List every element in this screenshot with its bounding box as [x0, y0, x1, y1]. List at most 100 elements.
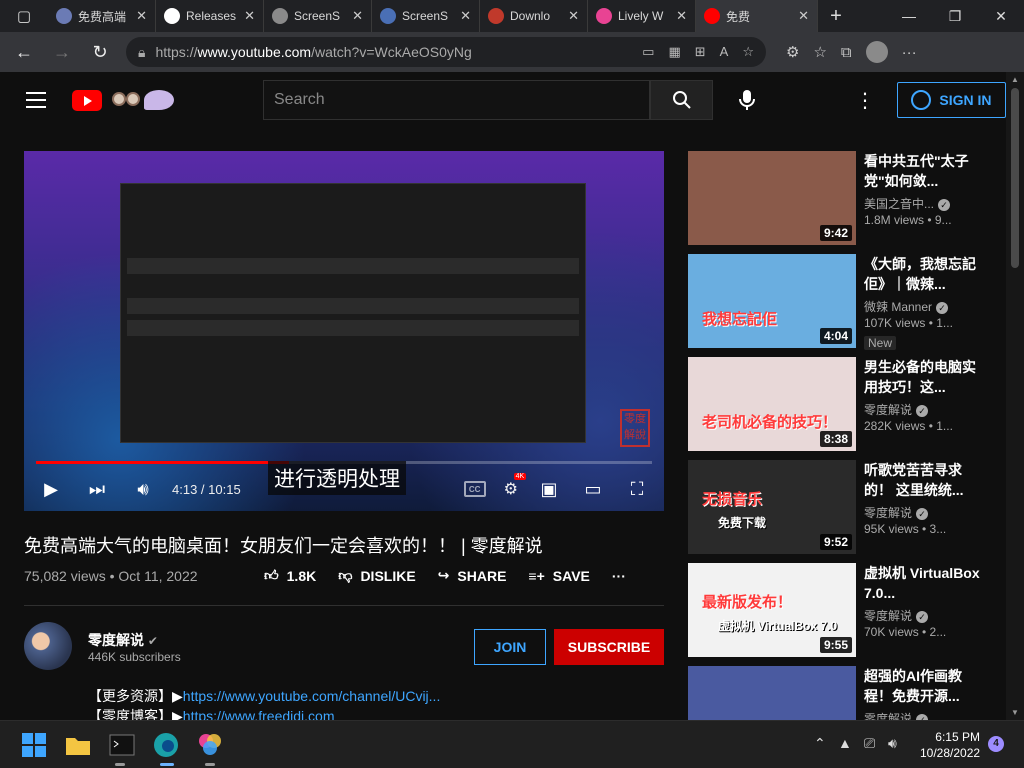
recommended-video[interactable]: 9:42 看中共五代"太子党"如何敛... 美国之音中... ✓ 1.8M views …: [688, 151, 998, 247]
tab-close-icon[interactable]: ✕: [676, 8, 687, 24]
refresh-button[interactable]: ↻: [84, 37, 116, 67]
recommended-video[interactable]: 最新版发布！ 虚拟机 VirtualBox 7.0 9:55 虚拟机 VirtualB…: [688, 563, 998, 659]
hamburger-menu-icon[interactable]: [26, 92, 46, 108]
tab-close-icon[interactable]: ✕: [244, 8, 255, 24]
url-field[interactable]: 🔒︎ https://www.youtube.com/watch?v=WckAe…: [126, 37, 766, 67]
extensions-icon[interactable]: ⚙: [786, 43, 799, 61]
browser-tab[interactable]: Lively W ✕: [588, 0, 696, 32]
favorites-icon[interactable]: ☆: [813, 43, 826, 61]
settings-kebab-icon[interactable]: ⋮: [855, 88, 875, 113]
next-icon[interactable]: ⏭: [84, 479, 110, 500]
video-thumbnail[interactable]: 9:42: [688, 151, 856, 245]
lock-icon[interactable]: 🔒︎: [138, 44, 145, 61]
video-thumbnail[interactable]: 最新版发布！ 虚拟机 VirtualBox 7.0 9:55: [688, 563, 856, 657]
recommended-title[interactable]: 听歌党苦苦寻求的！ 这里统统...: [864, 460, 982, 500]
recommended-channel[interactable]: 美国之音中... ✓: [864, 195, 951, 212]
back-button[interactable]: ←: [8, 37, 40, 67]
recommended-title[interactable]: 超强的AI作画教程！免费开源...: [864, 666, 982, 706]
captions-icon[interactable]: CC: [463, 481, 486, 497]
recommended-channel[interactable]: 零度解说✓: [864, 504, 929, 521]
sign-in-button[interactable]: SIGN IN: [896, 82, 1006, 118]
recommended-channel[interactable]: 零度解说✓: [864, 607, 929, 624]
subscribe-button[interactable]: SUBSCRIBE: [554, 629, 664, 665]
browser-tab[interactable]: Downlo ✕: [480, 0, 588, 32]
miniplayer-icon[interactable]: ▣: [536, 479, 562, 500]
collections-icon[interactable]: ⧉: [841, 44, 852, 61]
scroll-down-icon[interactable]: ▼: [1011, 708, 1019, 717]
tray-app-icon[interactable]: ▲: [838, 735, 852, 751]
settings-gear-icon[interactable]: ⚙ 4K: [504, 473, 527, 499]
recommended-title[interactable]: 虚拟机 VirtualBox 7.0...: [864, 563, 982, 603]
channel-name[interactable]: 零度解说 ✔: [88, 630, 158, 650]
notification-badge[interactable]: 4: [988, 736, 1004, 752]
like-button[interactable]: 👍︎ 1.8K: [264, 567, 316, 584]
system-clock[interactable]: 6:15 PM 10/28/2022: [920, 729, 980, 761]
terminal-icon[interactable]: [108, 731, 136, 759]
recommended-title[interactable]: 看中共五代"太子党"如何敛...: [864, 151, 982, 191]
youtube-doodle-icon[interactable]: [110, 88, 174, 112]
share-button[interactable]: ↪ SHARE: [438, 567, 507, 584]
recommended-title[interactable]: 男生必备的电脑实用技巧！这...: [864, 357, 982, 397]
join-button[interactable]: JOIN: [474, 629, 546, 665]
tab-close-icon[interactable]: ✕: [460, 8, 471, 24]
device-icon[interactable]: ▭: [642, 44, 654, 60]
recommended-channel[interactable]: 微辣 Manner ✓: [864, 298, 949, 315]
tray-overflow-icon[interactable]: ⌃: [814, 735, 826, 752]
restore-icon[interactable]: ❐: [932, 8, 978, 25]
video-thumbnail[interactable]: 老司机必备的技巧！ 8:38: [688, 357, 856, 451]
recommended-video[interactable]: 我想忘記佢 4:04 《大師，我想忘記佢》｜微辣... 微辣 Manner ✓ 107K …: [688, 254, 998, 350]
recommended-video[interactable]: 无损音乐 免费下载 9:52 听歌党苦苦寻求的！ 这里统统... 零度解说 ✓ 95K vi…: [688, 460, 998, 556]
more-actions-icon[interactable]: ···: [612, 568, 626, 584]
volume-icon[interactable]: 🔊︎: [130, 479, 156, 500]
recommended-title[interactable]: 《大師，我想忘記佢》｜微辣...: [864, 254, 982, 294]
new-tab-button[interactable]: +: [818, 5, 854, 28]
read-aloud-icon[interactable]: A: [720, 44, 729, 60]
edge-browser-icon[interactable]: [152, 731, 180, 759]
verified-icon: ✓: [916, 405, 929, 417]
browser-menu-icon[interactable]: ···: [902, 44, 917, 61]
fullscreen-icon[interactable]: ⛶: [624, 479, 650, 500]
browser-tab[interactable]: 免费 ✕: [696, 0, 818, 32]
like-count: 1.8K: [286, 567, 317, 584]
dislike-button[interactable]: 👎︎ DISLIKE: [338, 567, 415, 584]
recommended-video[interactable]: 老司机必备的技巧！ 8:38 男生必备的电脑实用技巧！这... 零度解说 ✓ 282K v…: [688, 357, 998, 453]
tab-close-icon[interactable]: ✕: [136, 8, 147, 24]
search-input[interactable]: [274, 91, 639, 109]
scrollbar-thumb[interactable]: [1011, 88, 1019, 268]
volume-tray-icon[interactable]: 🔊︎: [888, 735, 897, 752]
lively-wallpaper-icon[interactable]: [196, 731, 224, 759]
page-scrollbar[interactable]: ▲ ▼: [1006, 72, 1024, 720]
file-explorer-icon[interactable]: [64, 731, 92, 759]
tab-close-icon[interactable]: ✕: [568, 8, 579, 24]
minimize-icon[interactable]: —: [886, 8, 932, 25]
play-icon[interactable]: ▶: [38, 479, 64, 500]
video-player[interactable]: 零度解說 进行透明处理 ▶ ⏭ 🔊︎ 4:13 / 10:15 CC ⚙ 4K ▣…: [24, 151, 664, 511]
network-icon[interactable]: ⎚: [864, 735, 875, 752]
video-thumbnail[interactable]: 无损音乐 免费下载 9:52: [688, 460, 856, 554]
recommended-channel[interactable]: 零度解说✓: [864, 401, 929, 418]
profile-avatar[interactable]: [865, 41, 888, 63]
close-window-icon[interactable]: ✕: [978, 8, 1024, 25]
start-menu-icon[interactable]: [20, 731, 48, 759]
tab-close-icon[interactable]: ✕: [798, 8, 809, 24]
search-button[interactable]: [649, 80, 714, 120]
apps-icon[interactable]: ⊞: [695, 44, 706, 60]
forward-button[interactable]: →: [46, 37, 78, 67]
browser-tab[interactable]: 免费高端 ✕: [48, 0, 156, 32]
theater-mode-icon[interactable]: ▭: [580, 479, 606, 500]
tab-favicon: [596, 8, 612, 24]
channel-avatar[interactable]: [24, 622, 72, 670]
browser-tab[interactable]: ScreenS ✕: [372, 0, 480, 32]
tab-actions-icon[interactable]: ▢: [0, 0, 48, 32]
voice-search-button[interactable]: [727, 80, 767, 120]
favorite-add-icon[interactable]: ☆: [742, 44, 754, 60]
tab-close-icon[interactable]: ✕: [352, 8, 363, 24]
save-button[interactable]: ≡+ SAVE: [528, 568, 589, 584]
scroll-up-icon[interactable]: ▲: [1011, 75, 1019, 84]
youtube-logo[interactable]: [71, 89, 102, 111]
channel-link[interactable]: https://www.youtube.com/channel/UCvij...: [183, 688, 441, 704]
qr-icon[interactable]: ▦: [668, 44, 680, 60]
browser-tab[interactable]: Releases ✕: [156, 0, 264, 32]
browser-tab[interactable]: ScreenS ✕: [264, 0, 372, 32]
video-thumbnail[interactable]: 我想忘記佢 4:04: [688, 254, 856, 348]
